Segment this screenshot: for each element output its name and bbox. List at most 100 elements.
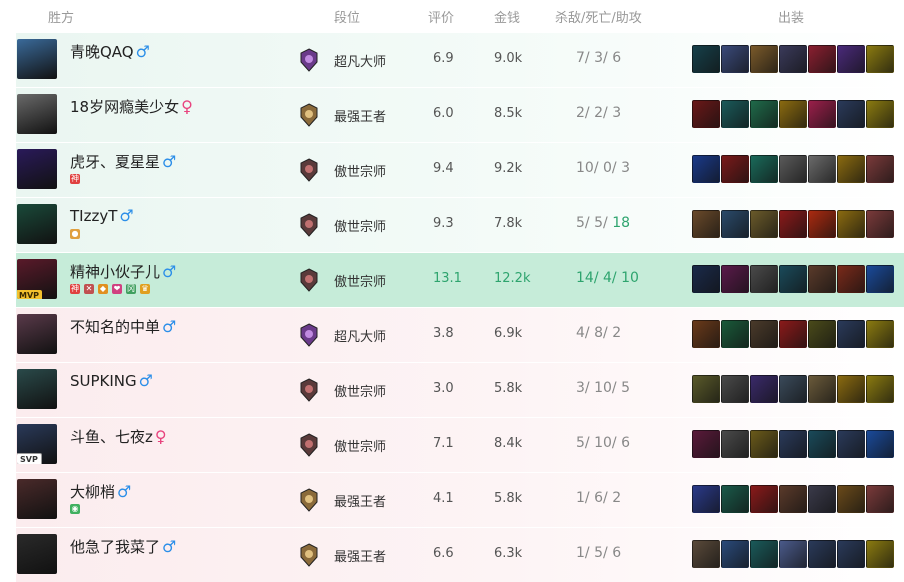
player-row[interactable]: SVP 斗鱼、七夜z ♀ 傲世宗师 7.1 8.4k 5/ 10/ 6 [16,418,904,472]
item-icon[interactable] [866,45,894,73]
item-icon[interactable] [866,375,894,403]
item-icon[interactable] [721,210,749,238]
item-icon[interactable] [837,375,865,403]
champion-avatar[interactable] [17,369,57,409]
item-icon[interactable] [750,430,778,458]
item-icon[interactable] [721,100,749,128]
item-icon[interactable] [866,320,894,348]
item-icon[interactable] [721,540,749,568]
player-row[interactable]: MVP 精神小伙子儿 ♂ 神 ✕ ◆ ❤ 冈 ♛ 傲世宗师 13.1 12.2k 14/ 4… [16,253,904,307]
item-icon[interactable] [721,375,749,403]
player-name[interactable]: 18岁网瘾美少女 ♀ [70,96,193,117]
champion-avatar[interactable] [17,534,57,574]
champion-avatar[interactable] [17,149,57,189]
player-row[interactable]: 他急了我菜了 ♂ 最强王者 6.6 6.3k 1/ 5/ 6 [16,528,904,582]
item-icon[interactable] [692,375,720,403]
item-icon[interactable] [779,540,807,568]
item-icon[interactable] [721,430,749,458]
item-icon[interactable] [750,485,778,513]
item-icon[interactable] [692,485,720,513]
item-icon[interactable] [721,265,749,293]
item-icon[interactable] [750,375,778,403]
player-row[interactable]: 大柳梢 ♂ ◉ 最强王者 4.1 5.8k 1/ 6/ 2 [16,473,904,527]
player-row[interactable]: 青晚QAQ ♂ 超凡大师 6.9 9.0k 7/ 3/ 6 [16,33,904,87]
item-icon[interactable] [866,155,894,183]
item-icon[interactable] [837,155,865,183]
item-icon[interactable] [866,210,894,238]
player-name[interactable]: 不知名的中单 ♂ [70,316,176,337]
item-icon[interactable] [750,210,778,238]
item-icon[interactable] [750,45,778,73]
item-icon[interactable] [808,210,836,238]
item-icon[interactable] [808,540,836,568]
champion-avatar[interactable] [17,314,57,354]
player-row[interactable]: 虎牙、夏星星 ♂ 神 傲世宗师 9.4 9.2k 10/ 0/ 3 [16,143,904,197]
item-icon[interactable] [866,430,894,458]
item-icon[interactable] [721,45,749,73]
item-icon[interactable] [779,430,807,458]
player-name[interactable]: SUPKING ♂ [70,371,153,390]
item-icon[interactable] [808,155,836,183]
item-icon[interactable] [837,45,865,73]
item-icon[interactable] [779,155,807,183]
player-name[interactable]: 精神小伙子儿 ♂ [70,261,176,282]
item-icon[interactable] [692,320,720,348]
item-icon[interactable] [721,320,749,348]
item-icon[interactable] [779,375,807,403]
item-icon[interactable] [779,265,807,293]
item-icon[interactable] [692,45,720,73]
item-icon[interactable] [808,430,836,458]
item-icon[interactable] [692,265,720,293]
champion-avatar[interactable] [17,39,57,79]
item-icon[interactable] [808,45,836,73]
item-icon[interactable] [750,320,778,348]
player-name[interactable]: 大柳梢 ♂ [70,481,131,502]
item-icon[interactable] [808,320,836,348]
item-icon[interactable] [692,430,720,458]
champion-avatar[interactable] [17,479,57,519]
item-icon[interactable] [837,540,865,568]
item-icon[interactable] [866,485,894,513]
item-icon[interactable] [866,265,894,293]
item-icon[interactable] [779,45,807,73]
item-icon[interactable] [808,100,836,128]
champion-avatar[interactable]: MVP [17,259,57,299]
player-row[interactable]: 18岁网瘾美少女 ♀ 最强王者 6.0 8.5k 2/ 2/ 3 [16,88,904,142]
item-icon[interactable] [779,210,807,238]
player-name[interactable]: 青晚QAQ ♂ [70,41,150,62]
item-icon[interactable] [692,540,720,568]
item-icon[interactable] [808,375,836,403]
item-icon[interactable] [721,155,749,183]
player-name[interactable]: 斗鱼、七夜z ♀ [70,426,167,447]
item-icon[interactable] [837,485,865,513]
item-icon[interactable] [779,100,807,128]
item-icon[interactable] [837,265,865,293]
item-icon[interactable] [750,265,778,293]
item-icon[interactable] [750,100,778,128]
item-icon[interactable] [866,540,894,568]
item-icon[interactable] [750,540,778,568]
champion-avatar[interactable] [17,94,57,134]
item-icon[interactable] [837,320,865,348]
item-icon[interactable] [837,100,865,128]
item-icon[interactable] [779,485,807,513]
item-icon[interactable] [808,485,836,513]
item-icon[interactable] [750,155,778,183]
player-name[interactable]: 虎牙、夏星星 ♂ [70,151,176,172]
item-icon[interactable] [837,210,865,238]
champion-avatar[interactable] [17,204,57,244]
item-icon[interactable] [808,265,836,293]
item-icon[interactable] [692,155,720,183]
item-icon[interactable] [692,210,720,238]
player-row[interactable]: SUPKING ♂ 傲世宗师 3.0 5.8k 3/ 10/ 5 [16,363,904,417]
item-icon[interactable] [721,485,749,513]
player-name[interactable]: 他急了我菜了 ♂ [70,536,176,557]
item-icon[interactable] [692,100,720,128]
item-icon[interactable] [837,430,865,458]
player-name[interactable]: TIzzyT ♂ [70,206,134,225]
player-row[interactable]: 不知名的中单 ♂ 超凡大师 3.8 6.9k 4/ 8/ 2 [16,308,904,362]
item-icon[interactable] [779,320,807,348]
player-row[interactable]: TIzzyT ♂ ● 傲世宗师 9.3 7.8k 5/ 5/ 18 [16,198,904,252]
champion-avatar[interactable]: SVP [17,424,57,464]
item-icon[interactable] [866,100,894,128]
